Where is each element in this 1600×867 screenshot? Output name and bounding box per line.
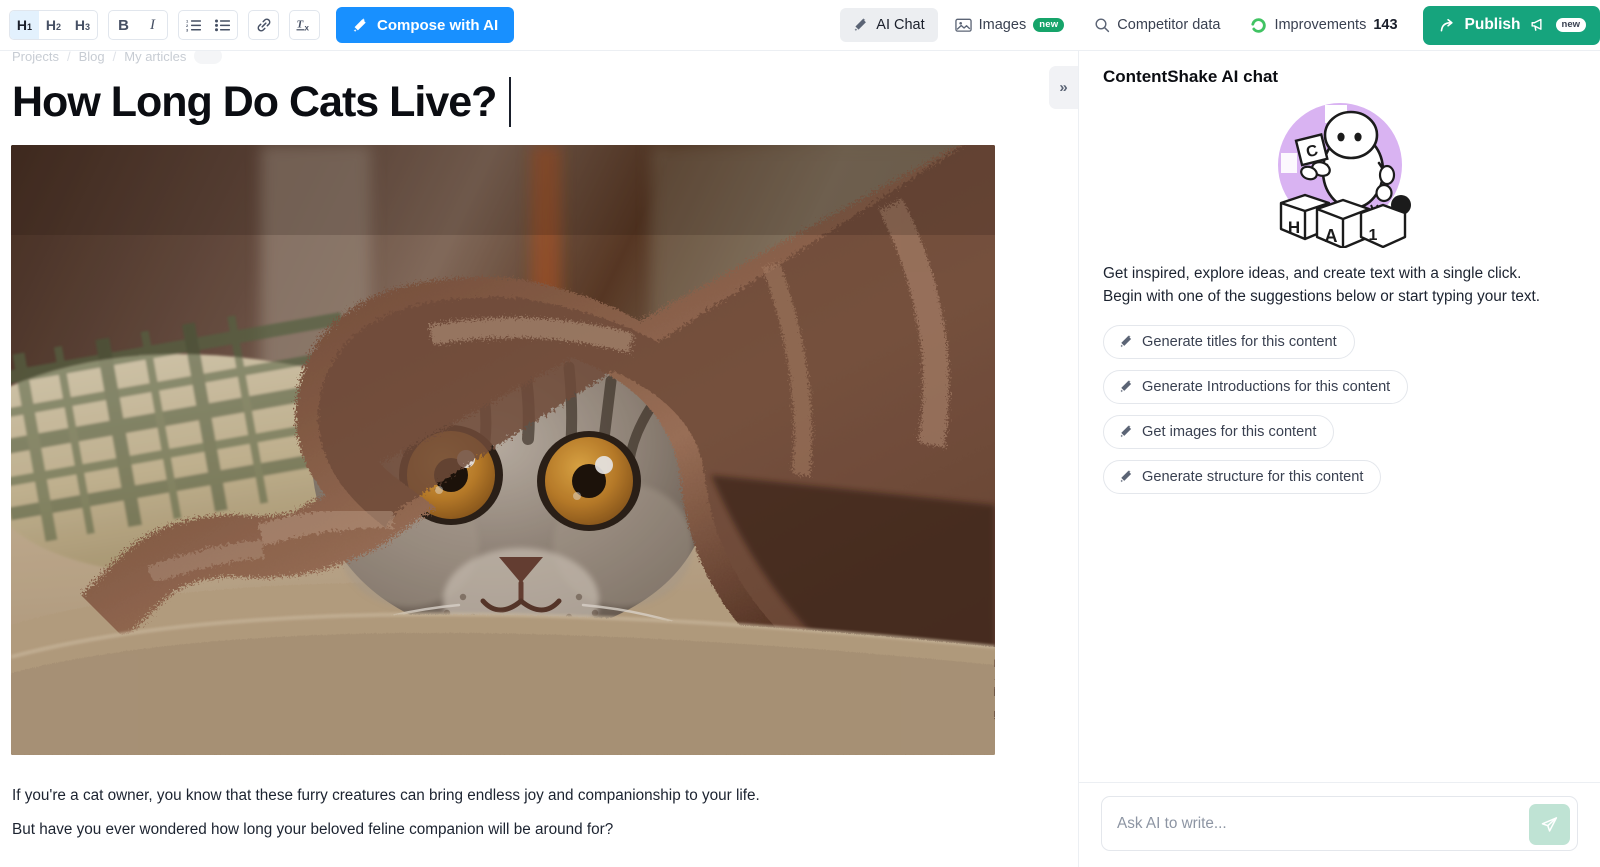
text-style-button-group: B I [108, 10, 168, 40]
suggestion-generate-titles[interactable]: Generate titles for this content [1103, 324, 1355, 359]
compose-with-ai-label: Compose with AI [377, 16, 499, 34]
publish-new-badge: new [1555, 18, 1586, 32]
h3-sub: 3 [85, 22, 91, 32]
h2-sub: 2 [56, 22, 62, 32]
chevron-double-right-icon: » [1059, 79, 1068, 96]
breadcrumb-item-blog[interactable]: Blog [79, 51, 105, 64]
heading-2-button[interactable]: H2 [39, 11, 68, 39]
suggestion-generate-structure[interactable]: Generate structure for this content [1103, 459, 1382, 494]
h2-label: H [45, 17, 57, 33]
suggestion-label: Get images for this content [1142, 423, 1317, 440]
magic-wand-icon [853, 17, 869, 33]
search-icon [1094, 17, 1110, 33]
tab-ai-chat[interactable]: AI Chat [840, 8, 938, 42]
chat-panel-body: C H A 1 Get inspired, explore ideas, and… [1079, 87, 1600, 782]
bold-button[interactable]: B [109, 11, 138, 39]
bold-label: B [118, 16, 129, 34]
clear-formatting-button[interactable]: T x [290, 11, 319, 39]
improvements-label: Improvements [1274, 17, 1367, 33]
svg-text:A: A [1324, 226, 1337, 246]
hero-image[interactable] [11, 145, 995, 755]
heading-button-group: H1 H2 H3 [9, 10, 98, 40]
breadcrumb-item-my-articles[interactable]: My articles [124, 51, 186, 64]
bullet-list-button[interactable] [208, 11, 237, 39]
chat-input-area [1079, 782, 1600, 867]
breadcrumb-separator: / [66, 51, 71, 64]
improvements-indicator[interactable]: Improvements 143 [1237, 8, 1410, 42]
chat-intro-text: Get inspired, explore ideas, and create … [1103, 265, 1541, 306]
suggestion-label: Generate Introductions for this content [1142, 378, 1391, 395]
magic-wand-icon [1119, 424, 1134, 439]
ordered-list-icon: 1 2 3 [186, 18, 201, 32]
tab-images-label: Images [978, 17, 1027, 33]
magic-wand-icon [352, 17, 369, 34]
link-icon [256, 17, 272, 33]
toolbar-right-group: AI Chat Images new Competitor data Impro… [840, 0, 1600, 51]
h1-sub: 1 [27, 22, 33, 32]
tab-competitor-data-label: Competitor data [1117, 17, 1221, 33]
svg-text:x: x [305, 24, 310, 33]
italic-button[interactable]: I [138, 11, 167, 39]
document-editor[interactable]: Projects / Blog / My articles How Long D… [0, 51, 1078, 867]
list-button-group: 1 2 3 [178, 10, 238, 40]
heading-1-button[interactable]: H1 [10, 11, 39, 39]
tab-ai-chat-label: AI Chat [876, 17, 925, 33]
app-root: H1 H2 H3 B I 1 2 3 T x Compose with AI A… [0, 0, 1600, 867]
robot-blocks-illustration: C H A 1 [1103, 93, 1576, 248]
ai-chat-panel: ContentShake AI chat C H A 1 Get inspire… [1078, 51, 1600, 867]
heading-3-button[interactable]: H3 [68, 11, 97, 39]
megaphone-icon [1530, 17, 1547, 33]
send-paper-plane-icon [1540, 815, 1559, 834]
chat-suggestions-list: Generate titles for this content Generat… [1103, 324, 1576, 494]
chat-panel-title: ContentShake AI chat [1103, 67, 1279, 86]
link-button-group [248, 10, 279, 40]
breadcrumb-item-projects[interactable]: Projects [12, 51, 59, 64]
document-paragraph-1[interactable]: If you're a cat owner, you know that the… [12, 784, 760, 808]
svg-text:3: 3 [186, 27, 189, 32]
share-arrow-icon [1439, 17, 1456, 34]
document-paragraph-2[interactable]: But have you ever wondered how long your… [12, 818, 613, 842]
link-button[interactable] [249, 11, 278, 39]
images-new-badge: new [1033, 18, 1065, 32]
ordered-list-button[interactable]: 1 2 3 [179, 11, 208, 39]
send-message-button[interactable] [1529, 804, 1570, 845]
text-cursor [509, 77, 512, 127]
page-title[interactable]: How Long Do Cats Live? [12, 77, 512, 127]
suggestion-label: Generate structure for this content [1142, 468, 1364, 485]
h1-label: H [16, 17, 28, 33]
tab-competitor-data[interactable]: Competitor data [1081, 8, 1233, 42]
breadcrumb-separator-2: / [112, 51, 117, 64]
italic-label: I [150, 16, 155, 33]
tab-images[interactable]: Images new [942, 8, 1078, 42]
svg-text:1: 1 [1368, 227, 1377, 244]
editor-toolbar: H1 H2 H3 B I 1 2 3 T x Compose with AI A… [0, 0, 1600, 51]
progress-ring-icon [1250, 17, 1267, 34]
h3-label: H [74, 17, 86, 33]
suggestion-generate-introductions[interactable]: Generate Introductions for this content [1103, 369, 1409, 404]
svg-text:H: H [1287, 218, 1299, 237]
chat-input-wrapper[interactable] [1101, 796, 1578, 851]
image-icon [954, 17, 972, 33]
magic-wand-icon [1119, 469, 1134, 484]
suggestion-get-images[interactable]: Get images for this content [1103, 414, 1335, 449]
publish-label: Publish [1464, 16, 1521, 33]
suggestion-label: Generate titles for this content [1142, 333, 1337, 350]
clear-format-icon: T x [296, 17, 313, 33]
breadcrumb-chip [194, 51, 222, 64]
magic-wand-icon [1119, 379, 1134, 394]
magic-wand-icon [1119, 334, 1134, 349]
collapse-panel-toggle[interactable]: » [1049, 66, 1078, 109]
breadcrumb: Projects / Blog / My articles [12, 51, 222, 65]
compose-with-ai-button[interactable]: Compose with AI [336, 7, 515, 43]
toolbar-left-group: H1 H2 H3 B I 1 2 3 T x Compose with AI [0, 7, 515, 43]
svg-text:T: T [297, 19, 305, 31]
improvements-count: 143 [1373, 17, 1398, 33]
bullet-list-icon [215, 18, 230, 32]
chat-input[interactable] [1117, 814, 1517, 833]
publish-button[interactable]: Publish new [1422, 5, 1600, 45]
clear-format-button-group: T x [289, 10, 320, 40]
document-title-text: How Long Do Cats Live? [12, 77, 497, 126]
